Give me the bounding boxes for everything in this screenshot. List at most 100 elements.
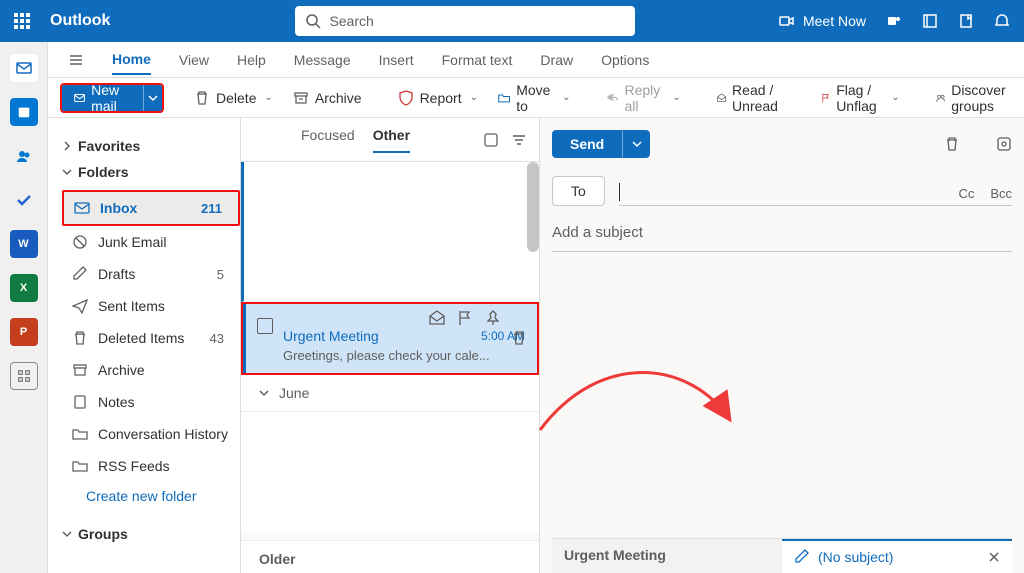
focused-other-pivot: Focused Other <box>301 127 410 153</box>
app-rail: W X P <box>0 42 48 573</box>
email-item-urgent-meeting[interactable]: Urgent Meeting 5:00 AM Greetings, please… <box>241 302 539 375</box>
favorites-section[interactable]: Favorites <box>62 138 240 154</box>
folder-rss[interactable]: RSS Feeds <box>62 450 240 482</box>
sent-icon <box>72 298 88 314</box>
search-input[interactable]: Search <box>295 6 635 36</box>
close-tab-button[interactable] <box>988 551 1000 563</box>
pin-icon[interactable] <box>485 310 501 326</box>
delete-label: Delete <box>216 90 256 106</box>
groups-section[interactable]: Groups <box>62 526 240 542</box>
folder-drafts[interactable]: Drafts 5 <box>62 258 240 290</box>
move-to-button[interactable]: Move to⌄ <box>492 78 577 118</box>
folder-junk[interactable]: Junk Email <box>62 226 240 258</box>
discover-groups-label: Discover groups <box>951 82 1012 114</box>
footer-tab-no-subject[interactable]: (No subject) <box>782 539 1012 573</box>
footer-tab-urgent-meeting[interactable]: Urgent Meeting <box>552 539 782 573</box>
folders-section[interactable]: Folders <box>62 164 240 180</box>
tab-insert[interactable]: Insert <box>379 46 414 74</box>
people-icon <box>16 148 32 164</box>
send-split-button: Send <box>552 130 650 158</box>
onenote-icon[interactable] <box>922 13 938 29</box>
flag-unflag-button[interactable]: Flag / Unflag⌄ <box>815 78 906 118</box>
send-button[interactable]: Send <box>552 130 622 158</box>
title-bar: Outlook Search Meet Now <box>0 0 1024 42</box>
delete-email-button[interactable] <box>511 330 527 346</box>
rail-word[interactable]: W <box>10 230 38 258</box>
select-all-icon[interactable] <box>483 132 499 148</box>
shield-icon <box>398 90 414 106</box>
archive-icon <box>72 362 88 378</box>
folder-inbox[interactable]: Inbox 211 <box>64 192 238 224</box>
reply-all-button[interactable]: Reply all⌄ <box>601 78 687 118</box>
subject-input[interactable]: Add a subject <box>552 224 1012 252</box>
flag-unflag-label: Flag / Unflag <box>836 82 883 114</box>
archive-folder-label: Archive <box>98 362 145 378</box>
tab-format-text[interactable]: Format text <box>442 46 513 74</box>
folder-conversation-history[interactable]: Conversation History <box>62 418 240 450</box>
send-dropdown[interactable] <box>622 130 650 158</box>
rail-calendar[interactable] <box>10 98 38 126</box>
read-unread-button[interactable]: Read / Unread <box>711 78 791 118</box>
discover-groups-button[interactable]: Discover groups <box>930 78 1018 118</box>
ribbon: New mail Delete⌄ Archive Report⌄ Move to… <box>48 78 1024 118</box>
rail-excel[interactable]: X <box>10 274 38 302</box>
bcc-button[interactable]: Bcc <box>990 186 1012 201</box>
meet-now-button[interactable]: Meet Now <box>779 13 866 29</box>
archive-label: Archive <box>315 90 362 106</box>
tab-view[interactable]: View <box>179 46 209 74</box>
command-tabs: Home View Help Message Insert Format tex… <box>48 42 1024 78</box>
folder-archive[interactable]: Archive <box>62 354 240 386</box>
to-input[interactable]: Cc Bcc <box>619 176 1012 206</box>
tab-options[interactable]: Options <box>601 46 649 74</box>
rail-more-apps[interactable] <box>10 362 38 390</box>
tab-help[interactable]: Help <box>237 46 266 74</box>
email-checkbox[interactable] <box>257 318 273 334</box>
chevron-down-icon <box>62 167 72 177</box>
reminder-icon[interactable] <box>994 13 1010 29</box>
report-button[interactable]: Report⌄ <box>392 86 484 110</box>
envelope-open-icon <box>717 90 726 106</box>
mark-read-icon[interactable] <box>429 310 445 326</box>
pivot-other[interactable]: Other <box>373 127 410 153</box>
teams-icon[interactable] <box>886 13 902 29</box>
scrollbar-thumb[interactable] <box>527 162 539 252</box>
search-placeholder: Search <box>329 13 373 29</box>
notes-icon[interactable] <box>958 13 974 29</box>
tab-message[interactable]: Message <box>294 46 351 74</box>
apps-grid-icon <box>17 369 31 383</box>
month-group-june[interactable]: June <box>241 375 539 412</box>
archive-button[interactable]: Archive <box>287 86 368 110</box>
new-mail-dropdown[interactable] <box>143 85 162 111</box>
compose-toolbar: Send <box>552 130 1012 158</box>
rail-todo[interactable] <box>10 186 38 214</box>
to-row: To Cc Bcc <box>552 176 1012 206</box>
reply-all-icon <box>607 90 619 106</box>
app-launcher-icon[interactable] <box>14 13 30 29</box>
rail-mail[interactable] <box>10 54 38 82</box>
rail-powerpoint[interactable]: P <box>10 318 38 346</box>
people-icon <box>936 90 946 106</box>
discard-icon[interactable] <box>944 136 960 152</box>
folder-notes[interactable]: Notes <box>62 386 240 418</box>
flag-icon[interactable] <box>457 310 473 326</box>
message-list-header: Focused Other <box>241 118 539 162</box>
popout-icon[interactable] <box>996 136 1012 152</box>
delete-button[interactable]: Delete⌄ <box>188 86 279 110</box>
hamburger-icon[interactable] <box>68 52 84 68</box>
folder-move-icon <box>498 90 510 106</box>
folder-icon <box>72 426 88 442</box>
folder-sent[interactable]: Sent Items <box>62 290 240 322</box>
new-mail-button[interactable]: New mail <box>62 85 143 111</box>
cc-button[interactable]: Cc <box>958 186 974 201</box>
rail-people[interactable] <box>10 142 38 170</box>
create-new-folder-button[interactable]: Create new folder <box>62 488 240 504</box>
to-button[interactable]: To <box>552 176 605 206</box>
folder-deleted[interactable]: Deleted Items 43 <box>62 322 240 354</box>
content-area: Favorites Folders Inbox 211 Junk Email D… <box>48 118 1024 573</box>
tab-draw[interactable]: Draw <box>540 46 573 74</box>
filter-icon[interactable] <box>511 132 527 148</box>
tab-home[interactable]: Home <box>112 45 151 75</box>
pivot-focused[interactable]: Focused <box>301 127 355 153</box>
older-group[interactable]: Older <box>241 540 539 573</box>
check-icon <box>16 192 32 208</box>
